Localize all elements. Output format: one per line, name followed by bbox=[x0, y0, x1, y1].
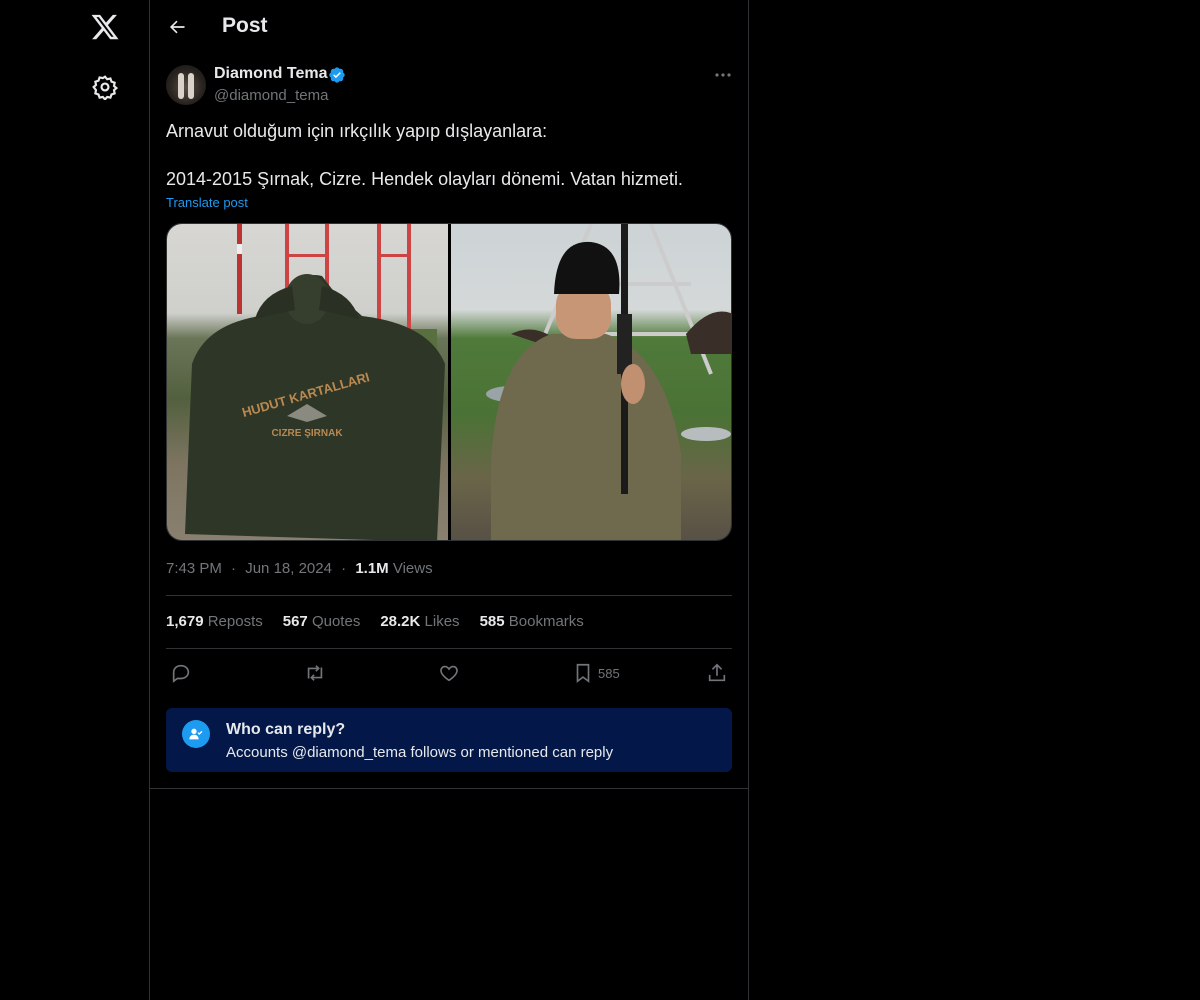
left-rail bbox=[0, 0, 150, 1000]
verified-badge-icon bbox=[328, 66, 346, 84]
reply-restriction-banner: Who can reply? Accounts @diamond_tema fo… bbox=[166, 708, 732, 772]
photo-soldier-with-rifle[interactable] bbox=[451, 224, 731, 540]
bookmarks-stat[interactable]: 585 Bookmarks bbox=[480, 613, 584, 630]
back-button[interactable] bbox=[164, 14, 190, 40]
share-button[interactable] bbox=[706, 660, 728, 686]
post-date[interactable]: Jun 18, 2024 bbox=[245, 560, 332, 577]
settings-icon[interactable] bbox=[92, 74, 119, 102]
main-column: Post Diamond Tema @diamond_tema Arnavut … bbox=[149, 0, 749, 1000]
views-label: Views bbox=[392, 560, 433, 577]
avatar[interactable] bbox=[166, 65, 206, 105]
bookmark-button[interactable]: 585 bbox=[572, 660, 620, 686]
reposts-stat[interactable]: 1,679 Reposts bbox=[166, 613, 263, 630]
bookmark-icon bbox=[576, 663, 590, 683]
more-options-icon[interactable] bbox=[712, 66, 734, 84]
back-arrow-icon bbox=[169, 20, 185, 34]
post-meta: 7:43 PM · Jun 18, 2024 · 1.1M Views bbox=[166, 560, 433, 577]
engagement-stats: 1,679 Reposts 567 Quotes 28.2K Likes 585… bbox=[166, 613, 584, 630]
reply-restriction-subtitle: Accounts @diamond_tema follows or mentio… bbox=[226, 744, 614, 761]
views-count: 1.1M bbox=[355, 560, 389, 577]
meta-separator: · bbox=[231, 560, 237, 577]
repost-button[interactable] bbox=[303, 660, 327, 686]
reply-button[interactable] bbox=[170, 660, 192, 686]
meta-separator: · bbox=[341, 560, 347, 577]
translate-post-link[interactable]: Translate post bbox=[166, 195, 248, 210]
svg-text:CIZRE ŞIRNAK: CIZRE ŞIRNAK bbox=[271, 428, 343, 439]
page-title: Post bbox=[222, 14, 268, 37]
photo-hoodie-hudut-kartallari[interactable]: HUDUT KARTALLARI CIZRE ŞIRNAK bbox=[167, 224, 448, 540]
bookmark-count: 585 bbox=[598, 665, 620, 681]
person-check-icon bbox=[182, 720, 210, 748]
reply-icon bbox=[172, 664, 190, 683]
tweet-text-line: Arnavut olduğum için ırkçılık yapıp dışl… bbox=[166, 121, 548, 141]
tweet-text-line: 2014-2015 Şırnak, Cizre. Hendek olayları… bbox=[166, 169, 683, 189]
repost-icon bbox=[307, 665, 323, 681]
post-time[interactable]: 7:43 PM bbox=[166, 560, 222, 577]
divider bbox=[150, 788, 748, 789]
divider bbox=[166, 595, 732, 596]
author-name[interactable]: Diamond Tema bbox=[214, 65, 328, 83]
header: Post bbox=[150, 0, 748, 54]
like-button[interactable] bbox=[438, 660, 460, 686]
share-icon bbox=[708, 663, 726, 682]
tweet-media: HUDUT KARTALLARI CIZRE ŞIRNAK bbox=[166, 223, 732, 541]
reply-restriction-title: Who can reply? bbox=[226, 721, 346, 738]
divider bbox=[166, 648, 732, 649]
x-logo-icon[interactable] bbox=[90, 12, 120, 42]
action-bar: 585 bbox=[166, 660, 732, 686]
quotes-stat[interactable]: 567 Quotes bbox=[283, 613, 361, 630]
likes-stat[interactable]: 28.2K Likes bbox=[380, 613, 459, 630]
author-handle[interactable]: @diamond_tema bbox=[214, 87, 328, 104]
like-icon bbox=[440, 665, 458, 682]
